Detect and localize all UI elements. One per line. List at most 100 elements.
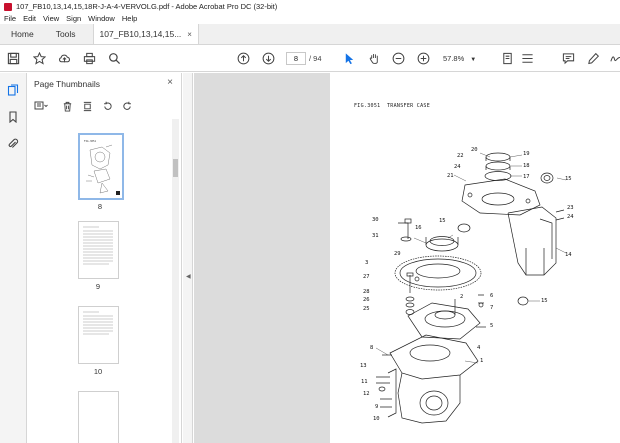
callout-3: 3 [365,260,369,266]
callout-27: 27 [363,274,370,280]
callout-24-right: 24 [567,214,574,220]
rotate-clockwise-icon[interactable] [120,99,134,113]
thumbnail-label-10: 10 [93,367,103,376]
callout-17: 17 [523,174,530,180]
thumbnail-label-9: 9 [95,282,101,291]
page-thumbnail-9-preview [83,226,113,265]
callout-14: 14 [565,252,572,258]
menu-help[interactable]: Help [122,14,137,23]
window-title: 107_FB10,13,14,15,18R-J-A-4-VERVOLG.pdf … [16,2,278,11]
panel-toolbar [34,99,140,113]
callout-11: 11 [361,379,368,385]
callout-12: 12 [363,391,370,397]
callout-15-lower: 15 [541,298,548,304]
panel-splitter[interactable]: ◀ [183,73,193,443]
callout-29: 29 [394,251,401,257]
rotate-counterclockwise-icon[interactable] [100,99,114,113]
next-page-icon[interactable] [261,51,276,66]
title-bar: 107_FB10,13,14,15,18R-J-A-4-VERVOLG.pdf … [0,0,620,13]
page-thumbnail-8-preview: FIG.3051 [80,135,122,198]
panel-scrollbar[interactable] [172,119,179,443]
callout-1: 1 [480,358,484,364]
bookmark-star-icon[interactable] [32,51,47,66]
page-thumbnails-panel: Page Thumbnails × FIG.3051 8 9 10 [28,73,182,443]
callout-6: 6 [490,293,494,299]
callout-9: 9 [375,404,379,410]
page-total: / 94 [309,54,322,63]
thumbnail-label-8: 8 [97,202,103,211]
page-fit-icon[interactable] [500,51,515,66]
bookmarks-icon[interactable] [6,110,20,124]
callout-30: 30 [372,217,379,223]
attachments-paperclip-icon[interactable] [6,137,20,151]
page-thumbnail-11[interactable] [78,391,119,443]
document-view[interactable]: FIG.3051 TRANSFER CASE 20 22 19 18 24 21… [194,73,620,443]
tab-document-label: 107_FB10,13,14,15... [99,29,182,39]
tab-tools[interactable]: Tools [45,24,87,44]
menu-window[interactable]: Window [88,14,115,23]
zoom-search-icon[interactable] [107,51,122,66]
callout-24-upper: 24 [454,164,461,170]
chevron-down-icon: ▼ [470,57,477,63]
callout-21: 21 [447,173,454,179]
panel-close-icon[interactable]: × [167,77,173,88]
svg-text:FIG.3051: FIG.3051 [84,139,97,143]
hand-tool-icon[interactable] [367,51,382,66]
zoom-level-dropdown[interactable]: 57.8% ▼ [443,52,483,65]
callout-18: 18 [523,163,530,169]
callout-7: 7 [490,305,494,311]
callout-8: 8 [370,345,374,351]
main-toolbar: 8 / 94 57.8% ▼ [0,45,620,72]
menu-bar: File Edit View Sign Window Help [0,13,620,24]
print-icon[interactable] [82,51,97,66]
menu-edit[interactable]: Edit [23,14,36,23]
insert-page-icon[interactable] [80,99,94,113]
panel-title: Page Thumbnails [34,79,100,89]
menu-file[interactable]: File [4,14,16,23]
callout-15-middle: 15 [439,218,446,224]
previous-page-icon[interactable] [236,51,251,66]
page-number-input[interactable]: 8 [286,52,306,65]
menu-view[interactable]: View [43,14,59,23]
left-navigation-rail [0,73,27,443]
callout-23: 23 [567,205,574,211]
comment-icon[interactable] [561,51,576,66]
callout-16: 16 [415,225,422,231]
panel-scrollbar-thumb[interactable] [173,159,178,177]
callout-2: 2 [460,294,464,300]
tab-bar: Home Tools 107_FB10,13,14,15... × [0,24,620,45]
select-cursor-icon[interactable] [342,51,357,66]
sign-icon[interactable] [608,51,620,66]
zoom-level-value: 57.8% [443,54,465,63]
callout-10: 10 [373,416,380,422]
transfer-case-exploded-diagram [375,152,567,424]
acrobat-app-icon [4,2,12,11]
page-thumbnail-8[interactable]: FIG.3051 [78,133,124,200]
zoom-out-icon[interactable] [391,51,406,66]
callout-31: 31 [372,233,379,239]
tab-document[interactable]: 107_FB10,13,14,15... × [92,24,199,44]
delete-page-icon[interactable] [60,99,74,113]
callout-26: 26 [363,297,370,303]
thumbnail-options-icon[interactable] [34,99,48,113]
menu-sign[interactable]: Sign [66,14,81,23]
tab-close-icon[interactable]: × [187,30,192,39]
scroll-mode-icon[interactable] [520,51,535,66]
callout-25: 25 [363,306,370,312]
callout-15-upper: 15 [565,176,572,182]
highlight-pen-icon[interactable] [586,51,601,66]
callout-19: 19 [523,151,530,157]
page-thumbnail-10[interactable] [78,306,119,364]
page-thumbnails-icon[interactable] [6,83,20,97]
zoom-in-icon[interactable] [416,51,431,66]
callout-28: 28 [363,289,370,295]
tab-home[interactable]: Home [0,24,45,44]
callout-4: 4 [477,345,481,351]
callout-13: 13 [360,363,367,369]
page-thumbnail-10-preview [83,311,113,335]
callout-20: 20 [471,147,478,153]
upload-cloud-icon[interactable] [57,51,72,66]
save-icon[interactable] [6,51,21,66]
collapse-arrow-icon[interactable]: ◀ [186,273,191,280]
page-thumbnail-9[interactable] [78,221,119,279]
